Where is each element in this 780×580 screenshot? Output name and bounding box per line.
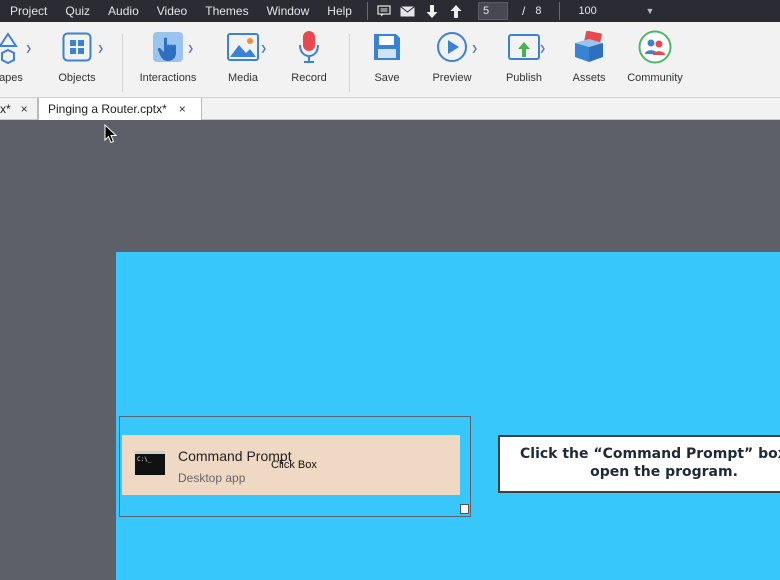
preview-button[interactable]: ❯ Preview: [430, 22, 478, 98]
menu-help[interactable]: Help: [318, 0, 361, 22]
save-button[interactable]: Save: [370, 22, 404, 98]
caption-text: Click the “Command Prompt” box to open t…: [520, 446, 780, 480]
document-tab-pinging-a-router[interactable]: Pinging a Router.cptx* ×: [38, 98, 202, 120]
menu-bar: Project Quiz Audio Video Themes Window H…: [0, 0, 780, 22]
slide-notes-icon[interactable]: [373, 0, 395, 22]
toolbar-separator: [122, 34, 123, 92]
play-icon: ❯: [436, 22, 478, 72]
menu-project[interactable]: Project: [0, 0, 56, 22]
document-tab-label: Pinging a Router.cptx*: [48, 102, 167, 116]
assets-box-icon: [571, 22, 607, 72]
document-tab-label: x*: [0, 102, 11, 116]
publish-label: Publish: [505, 72, 543, 84]
document-tab[interactable]: x* ×: [0, 98, 38, 120]
interactions-icon: ❯: [152, 22, 194, 72]
resize-handle[interactable]: [460, 504, 469, 514]
document-tab-bar: x* × Pinging a Router.cptx* ×: [0, 98, 780, 120]
objects-label: Objects: [58, 72, 96, 84]
chevron-down-icon: ❯: [471, 44, 478, 53]
community-label: Community: [627, 72, 683, 84]
media-label: Media: [228, 72, 258, 84]
chevron-down-icon: ❯: [260, 44, 267, 53]
text-caption[interactable]: Click the “Command Prompt” box to open t…: [498, 435, 780, 493]
shapes-label: apes: [0, 72, 23, 84]
shapes-button[interactable]: ❯ apes: [0, 22, 32, 98]
zoom-select[interactable]: 100 ▼: [578, 2, 658, 20]
mail-icon[interactable]: [397, 0, 419, 22]
menu-quiz[interactable]: Quiz: [56, 0, 99, 22]
save-icon: [372, 22, 402, 72]
chevron-down-icon: ❯: [187, 44, 194, 53]
media-icon: ❯: [227, 22, 267, 72]
zoom-value: 100: [578, 5, 597, 17]
chevron-down-icon: ❯: [97, 44, 104, 53]
click-box-label: Click Box: [271, 459, 317, 471]
objects-button[interactable]: ❯ Objects: [57, 22, 104, 98]
slide-counter-separator: /: [521, 4, 526, 18]
total-slides: 8: [535, 5, 542, 17]
close-icon[interactable]: ×: [179, 102, 186, 116]
preview-label: Preview: [432, 72, 472, 84]
media-button[interactable]: ❯ Media: [222, 22, 267, 98]
microphone-icon: [298, 22, 320, 72]
mouse-pointer-icon: [104, 123, 118, 149]
community-icon: [638, 22, 672, 72]
menu-separator: [559, 2, 561, 20]
arrow-up-icon[interactable]: [445, 0, 467, 22]
interactions-button[interactable]: ❯ Interactions: [137, 22, 199, 98]
record-button[interactable]: Record: [289, 22, 329, 98]
objects-icon: ❯: [62, 22, 104, 72]
chevron-down-icon: ❯: [25, 44, 32, 53]
menu-themes[interactable]: Themes: [196, 0, 257, 22]
publish-icon: ❯: [508, 22, 546, 72]
interactions-label: Interactions: [139, 72, 197, 84]
assets-label: Assets: [572, 72, 606, 84]
menu-window[interactable]: Window: [258, 0, 319, 22]
community-button[interactable]: Community: [626, 22, 684, 98]
publish-button[interactable]: ❯ Publish: [500, 22, 548, 98]
chevron-down-icon: ❯: [539, 44, 546, 53]
menu-separator: [366, 2, 368, 20]
toolbar-separator: [349, 34, 350, 92]
menu-audio[interactable]: Audio: [99, 0, 148, 22]
close-icon[interactable]: ×: [21, 102, 28, 116]
record-label: Record: [291, 72, 327, 84]
assets-button[interactable]: Assets: [570, 22, 608, 98]
menu-video[interactable]: Video: [148, 0, 196, 22]
caret-down-icon: ▼: [645, 6, 655, 16]
save-label: Save: [374, 72, 400, 84]
shapes-icon: ❯: [0, 22, 32, 72]
arrow-down-icon[interactable]: [421, 0, 443, 22]
main-toolbar: ❯ apes ❯ Objects ❯ Interactions ❯ Media …: [0, 22, 780, 98]
current-slide-input[interactable]: 5: [477, 2, 508, 20]
